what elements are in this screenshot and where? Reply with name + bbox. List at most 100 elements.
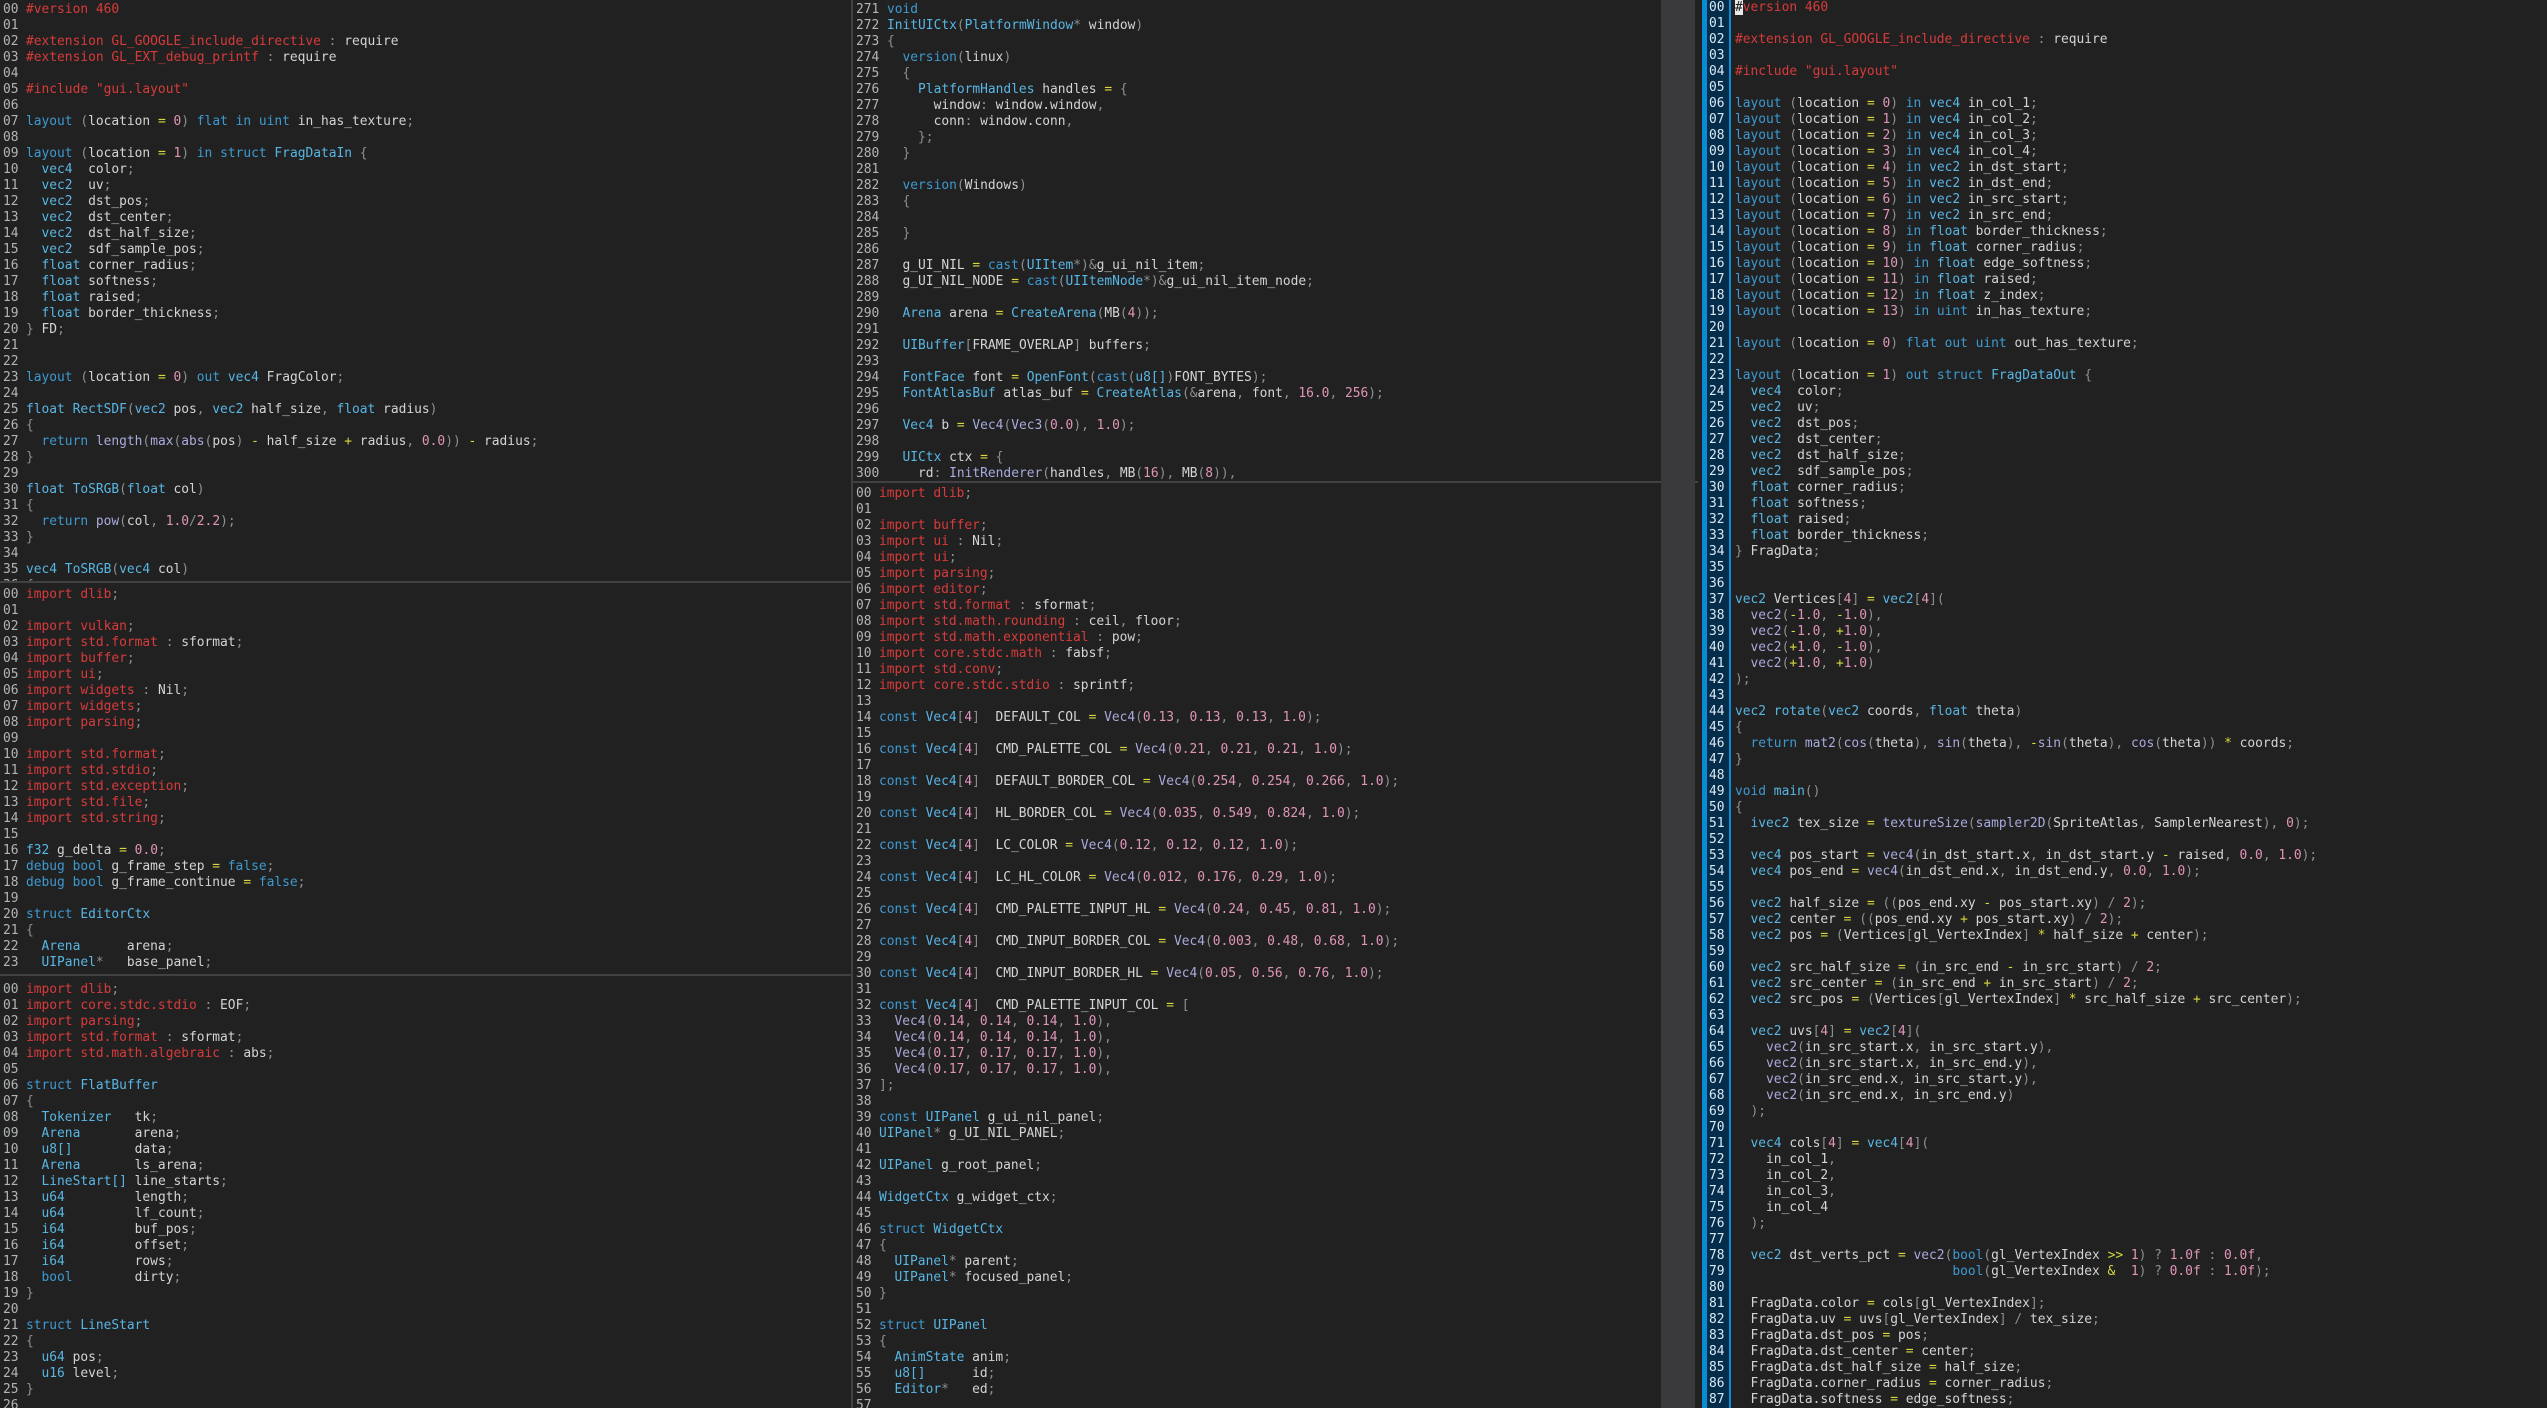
- code-line[interactable]: 06: [0, 98, 851, 114]
- pane-vertex-shader-focused[interactable]: 00#version 4600102#extension GL_GOOGLE_i…: [1702, 0, 2547, 1408]
- code-line[interactable]: 17 float softness;: [0, 274, 851, 290]
- code-line[interactable]: 70: [1707, 1120, 2547, 1136]
- code-line[interactable]: 26const Vec4[4] CMD_PALETTE_INPUT_HL = V…: [853, 902, 1698, 918]
- code-line[interactable]: 18debug bool g_frame_continue = false;: [0, 875, 851, 891]
- code-line[interactable]: 05#include "gui.layout": [0, 82, 851, 98]
- code-line[interactable]: 21struct LineStart: [0, 1318, 851, 1334]
- code-line[interactable]: 53{: [853, 1334, 1698, 1350]
- code-line[interactable]: 21{: [0, 923, 851, 939]
- code-line[interactable]: 46struct WidgetCtx: [853, 1222, 1698, 1238]
- code-line[interactable]: 24const Vec4[4] LC_HL_COLOR = Vec4(0.012…: [853, 870, 1698, 886]
- code-line[interactable]: 31 float softness;: [1707, 496, 2547, 512]
- code-line[interactable]: 15: [0, 827, 851, 843]
- code-line[interactable]: 22: [1707, 352, 2547, 368]
- code-line[interactable]: 18 bool dirty;: [0, 1270, 851, 1286]
- code-line[interactable]: 03: [1707, 48, 2547, 64]
- code-line[interactable]: 285 }: [853, 226, 1698, 242]
- code-line[interactable]: 00import dlib;: [0, 982, 851, 998]
- pane-widgets-module[interactable]: 00import dlib;0102import buffer;03import…: [853, 483, 1698, 1408]
- pane-splitter[interactable]: [1661, 0, 1695, 1408]
- code-line[interactable]: 09import std.math.exponential : pow;: [853, 630, 1698, 646]
- code-line[interactable]: 278 conn: window.conn,: [853, 114, 1698, 130]
- code-line[interactable]: 286: [853, 242, 1698, 258]
- code-line[interactable]: 21: [0, 338, 851, 354]
- code-line[interactable]: 10import core.stdc.math : fabsf;: [853, 646, 1698, 662]
- code-line[interactable]: 296: [853, 402, 1698, 418]
- code-line[interactable]: 284: [853, 210, 1698, 226]
- code-line[interactable]: 81 FragData.color = cols[gl_VertexIndex]…: [1707, 1296, 2547, 1312]
- code-line[interactable]: 09 Arena arena;: [0, 1126, 851, 1142]
- code-line[interactable]: 25: [853, 886, 1698, 902]
- code-line[interactable]: 33}: [0, 530, 851, 546]
- code-line[interactable]: 25}: [0, 1382, 851, 1398]
- code-line[interactable]: 15: [853, 726, 1698, 742]
- code-line[interactable]: 17layout (location = 11) in float raised…: [1707, 272, 2547, 288]
- code-line[interactable]: 33 Vec4(0.14, 0.14, 0.14, 1.0),: [853, 1014, 1698, 1030]
- code-line[interactable]: 275 {: [853, 66, 1698, 82]
- code-line[interactable]: 76 );: [1707, 1216, 2547, 1232]
- code-line[interactable]: 288 g_UI_NIL_NODE = cast(UIItemNode*)&g_…: [853, 274, 1698, 290]
- code-line[interactable]: 45{: [1707, 720, 2547, 736]
- code-line[interactable]: 57: [853, 1398, 1698, 1408]
- code-line[interactable]: 39 vec2(-1.0, +1.0),: [1707, 624, 2547, 640]
- code-line[interactable]: 44vec2 rotate(vec2 coords, float theta): [1707, 704, 2547, 720]
- code-line[interactable]: 03import std.format : sformat;: [0, 1030, 851, 1046]
- code-line[interactable]: 273{: [853, 34, 1698, 50]
- pane-editor-module[interactable]: 00import dlib;0102import vulkan;03import…: [0, 583, 853, 976]
- code-line[interactable]: 13layout (location = 7) in vec2 in_src_e…: [1707, 208, 2547, 224]
- code-line[interactable]: 300 rd: InitRenderer(handles, MB(16), MB…: [853, 466, 1698, 482]
- code-line[interactable]: 00import dlib;: [853, 486, 1698, 502]
- code-line[interactable]: 23layout (location = 1) out struct FragD…: [1707, 368, 2547, 384]
- code-line[interactable]: 08: [0, 130, 851, 146]
- code-line[interactable]: 33 float border_thickness;: [1707, 528, 2547, 544]
- code-line[interactable]: 54 vec4 pos_end = vec4(in_dst_end.x, in_…: [1707, 864, 2547, 880]
- code-line[interactable]: 290 Arena arena = CreateArena(MB(4));: [853, 306, 1698, 322]
- code-line[interactable]: 12import std.exception;: [0, 779, 851, 795]
- code-line[interactable]: 61 vec2 src_center = (in_src_end + in_sr…: [1707, 976, 2547, 992]
- code-line[interactable]: 11import std.conv;: [853, 662, 1698, 678]
- code-line[interactable]: 14layout (location = 8) in float border_…: [1707, 224, 2547, 240]
- code-line[interactable]: 22const Vec4[4] LC_COLOR = Vec4(0.12, 0.…: [853, 838, 1698, 854]
- code-line[interactable]: 82 FragData.uv = uvs[gl_VertexIndex] / t…: [1707, 1312, 2547, 1328]
- code-line[interactable]: 26 vec2 dst_pos;: [1707, 416, 2547, 432]
- code-line[interactable]: 36 Vec4(0.17, 0.17, 0.17, 1.0),: [853, 1062, 1698, 1078]
- code-line[interactable]: 12 LineStart[] line_starts;: [0, 1174, 851, 1190]
- code-line[interactable]: 20const Vec4[4] HL_BORDER_COL = Vec4(0.0…: [853, 806, 1698, 822]
- code-line[interactable]: 11 vec2 uv;: [0, 178, 851, 194]
- code-line[interactable]: 274 version(linux): [853, 50, 1698, 66]
- code-line[interactable]: 18 float raised;: [0, 290, 851, 306]
- code-line[interactable]: 31{: [0, 498, 851, 514]
- code-line[interactable]: 10 vec4 color;: [0, 162, 851, 178]
- code-line[interactable]: 85 FragData.dst_half_size = half_size;: [1707, 1360, 2547, 1376]
- code-line[interactable]: 43: [1707, 688, 2547, 704]
- code-line[interactable]: 37vec2 Vertices[4] = vec2[4](: [1707, 592, 2547, 608]
- code-line[interactable]: 51 ivec2 tex_size = textureSize(sampler2…: [1707, 816, 2547, 832]
- code-line[interactable]: 299 UICtx ctx = {: [853, 450, 1698, 466]
- code-line[interactable]: 69 );: [1707, 1104, 2547, 1120]
- code-line[interactable]: 11 Arena ls_arena;: [0, 1158, 851, 1174]
- code-line[interactable]: 06struct FlatBuffer: [0, 1078, 851, 1094]
- code-line[interactable]: 22{: [0, 1334, 851, 1350]
- code-line[interactable]: 11layout (location = 5) in vec2 in_dst_e…: [1707, 176, 2547, 192]
- code-line[interactable]: 67 vec2(in_src_end.x, in_src_start.y),: [1707, 1072, 2547, 1088]
- code-line[interactable]: 07layout (location = 0) flat in uint in_…: [0, 114, 851, 130]
- code-line[interactable]: 15layout (location = 9) in float corner_…: [1707, 240, 2547, 256]
- code-line[interactable]: 02#extension GL_GOOGLE_include_directive…: [0, 34, 851, 50]
- code-line[interactable]: 29: [0, 466, 851, 482]
- code-line[interactable]: 24 vec4 color;: [1707, 384, 2547, 400]
- code-line[interactable]: 00#version 460: [0, 2, 851, 18]
- code-line[interactable]: 14 vec2 dst_half_size;: [0, 226, 851, 242]
- code-line[interactable]: 35vec4 ToSRGB(vec4 col): [0, 562, 851, 578]
- code-line[interactable]: 295 FontAtlasBuf atlas_buf = CreateAtlas…: [853, 386, 1698, 402]
- code-line[interactable]: 07import std.format : sformat;: [853, 598, 1698, 614]
- code-line[interactable]: 41 vec2(+1.0, +1.0): [1707, 656, 2547, 672]
- code-line[interactable]: 16layout (location = 10) in float edge_s…: [1707, 256, 2547, 272]
- code-line[interactable]: 26: [0, 1398, 851, 1408]
- code-line[interactable]: 289: [853, 290, 1698, 306]
- code-line[interactable]: 04import buffer;: [0, 651, 851, 667]
- code-line[interactable]: 38: [853, 1094, 1698, 1110]
- code-line[interactable]: 04: [0, 66, 851, 82]
- code-line[interactable]: 13 u64 length;: [0, 1190, 851, 1206]
- code-line[interactable]: 22 Arena arena;: [0, 939, 851, 955]
- code-line[interactable]: 23 UIPanel* base_panel;: [0, 955, 851, 971]
